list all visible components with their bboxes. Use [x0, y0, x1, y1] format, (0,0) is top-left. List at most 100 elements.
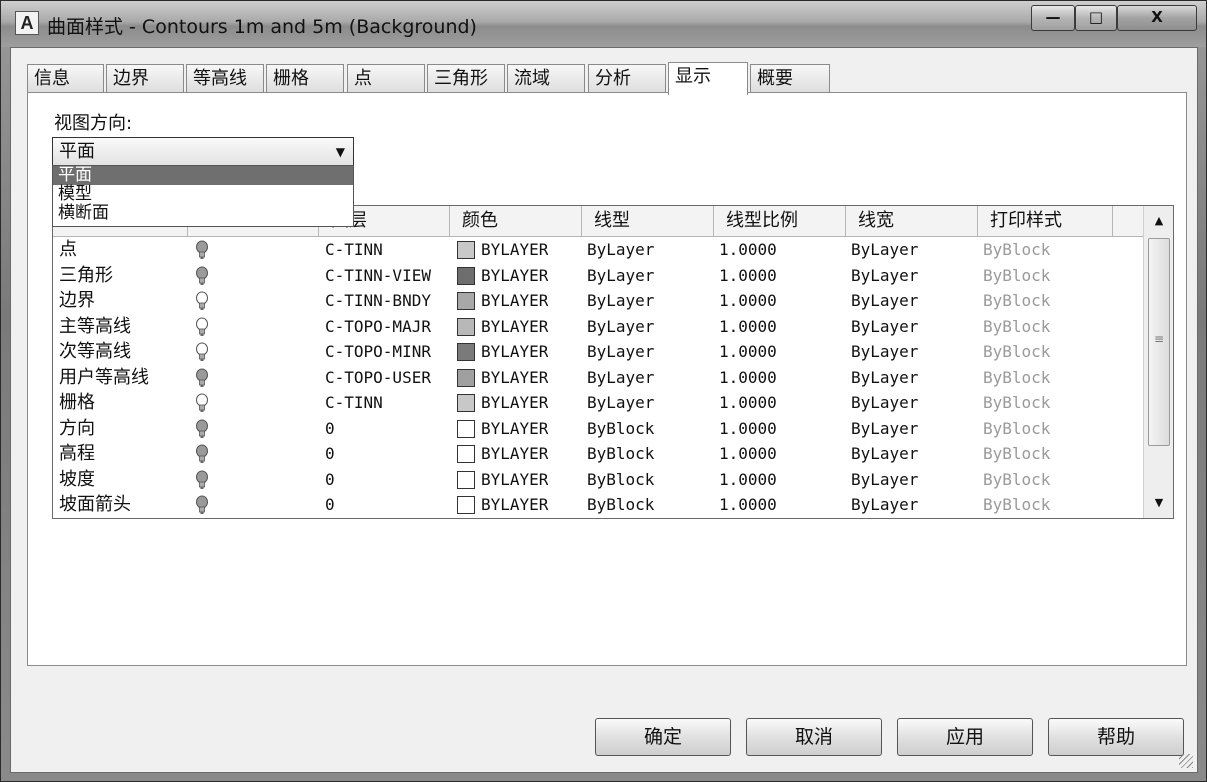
tab-analysis[interactable]: 分析 — [588, 64, 666, 94]
lt-scale-cell[interactable]: 1.0000 — [719, 263, 777, 288]
table-row[interactable]: 坡面箭头 0 BYLAYER ByBlock 1.0000 ByLayer ByBlock — [53, 492, 1143, 518]
lineweight-cell[interactable]: ByLayer — [851, 339, 918, 364]
lineweight-cell[interactable]: ByLayer — [851, 467, 918, 492]
layer-cell[interactable]: C-TINN-VIEW — [325, 263, 431, 288]
linetype-cell[interactable]: ByLayer — [587, 288, 654, 313]
lt-scale-cell[interactable]: 1.0000 — [719, 365, 777, 390]
lineweight-cell[interactable]: ByLayer — [851, 390, 918, 415]
lineweight-cell[interactable]: ByLayer — [851, 416, 918, 441]
table-row[interactable]: 点 C-TINN BYLAYER ByLayer 1.0000 ByLayer ByBloc… — [53, 237, 1143, 263]
lightbulb-on-icon[interactable] — [195, 368, 209, 388]
lightbulb-off-icon[interactable] — [195, 342, 209, 362]
table-row[interactable]: 坡度 0 BYLAYER ByBlock 1.0000 ByLayer ByBlock — [53, 467, 1143, 493]
plotstyle-cell[interactable]: ByBlock — [983, 492, 1050, 517]
tab-contours[interactable]: 等高线 — [186, 64, 264, 94]
maximize-button[interactable]: □ — [1075, 5, 1117, 31]
lightbulb-off-icon[interactable] — [195, 393, 209, 413]
table-row[interactable]: 用户等高线 C-TOPO-USER BYLAYER ByLayer 1.0000 ByLa… — [53, 365, 1143, 391]
table-row[interactable]: 高程 0 BYLAYER ByBlock 1.0000 ByLayer ByBlock — [53, 441, 1143, 467]
linetype-cell[interactable]: ByLayer — [587, 314, 654, 339]
table-row[interactable]: 三角形 C-TINN-VIEW BYLAYER ByLayer 1.0000 ByLaye… — [53, 263, 1143, 289]
apply-button[interactable]: 应用 — [897, 718, 1033, 756]
color-cell[interactable]: BYLAYER — [481, 263, 548, 288]
lineweight-cell[interactable]: ByLayer — [851, 492, 918, 517]
color-cell[interactable]: BYLAYER — [481, 390, 548, 415]
color-swatch[interactable] — [457, 496, 475, 514]
tab-boundary[interactable]: 边界 — [106, 64, 184, 94]
plotstyle-cell[interactable]: ByBlock — [983, 416, 1050, 441]
ok-button[interactable]: 确定 — [595, 718, 731, 756]
cancel-button[interactable]: 取消 — [746, 718, 882, 756]
lt-scale-cell[interactable]: 1.0000 — [719, 237, 777, 262]
lt-scale-cell[interactable]: 1.0000 — [719, 492, 777, 517]
lineweight-cell[interactable]: ByLayer — [851, 288, 918, 313]
close-button[interactable]: X — [1117, 5, 1197, 31]
vertical-scrollbar[interactable]: ▲ ≡ ▼ — [1143, 206, 1173, 518]
tab-display[interactable]: 显示 — [668, 62, 748, 95]
color-swatch[interactable] — [457, 343, 475, 361]
color-cell[interactable]: BYLAYER — [481, 492, 548, 517]
layer-cell[interactable]: 0 — [325, 441, 335, 466]
color-cell[interactable]: BYLAYER — [481, 416, 548, 441]
lightbulb-on-icon[interactable] — [195, 470, 209, 490]
color-cell[interactable]: BYLAYER — [481, 339, 548, 364]
layer-cell[interactable]: C-TOPO-MINR — [325, 339, 431, 364]
linetype-cell[interactable]: ByLayer — [587, 237, 654, 262]
col-header-lt-scale[interactable]: 线型比例 — [714, 206, 846, 237]
plotstyle-cell[interactable]: ByBlock — [983, 365, 1050, 390]
color-swatch[interactable] — [457, 445, 475, 463]
tab-grid[interactable]: 栅格 — [266, 64, 344, 94]
linetype-cell[interactable]: ByLayer — [587, 339, 654, 364]
lt-scale-cell[interactable]: 1.0000 — [719, 288, 777, 313]
lt-scale-cell[interactable]: 1.0000 — [719, 339, 777, 364]
color-swatch[interactable] — [457, 266, 475, 285]
lineweight-cell[interactable]: ByLayer — [851, 263, 918, 288]
lineweight-cell[interactable]: ByLayer — [851, 237, 918, 262]
plotstyle-cell[interactable]: ByBlock — [983, 339, 1050, 364]
dropdown-option-model[interactable]: 模型 — [53, 185, 353, 204]
lightbulb-off-icon[interactable] — [195, 317, 209, 337]
color-swatch[interactable] — [457, 394, 475, 412]
lt-scale-cell[interactable]: 1.0000 — [719, 314, 777, 339]
lightbulb-on-icon[interactable] — [195, 419, 209, 439]
linetype-cell[interactable]: ByBlock — [587, 492, 654, 517]
lightbulb-on-icon[interactable] — [195, 266, 209, 286]
layer-cell[interactable]: C-TOPO-USER — [325, 365, 431, 390]
scroll-thumb[interactable]: ≡ — [1148, 238, 1170, 446]
linetype-cell[interactable]: ByLayer — [587, 390, 654, 415]
layer-cell[interactable]: 0 — [325, 416, 335, 441]
table-row[interactable]: 边界 C-TINN-BNDY BYLAYER ByLayer 1.0000 ByLayer… — [53, 288, 1143, 314]
plotstyle-cell[interactable]: ByBlock — [983, 237, 1050, 262]
scroll-up-icon[interactable]: ▲ — [1144, 206, 1173, 236]
plotstyle-cell[interactable]: ByBlock — [983, 263, 1050, 288]
lt-scale-cell[interactable]: 1.0000 — [719, 390, 777, 415]
plotstyle-cell[interactable]: ByBlock — [983, 467, 1050, 492]
color-cell[interactable]: BYLAYER — [481, 288, 548, 313]
dropdown-arrow-icon[interactable]: ▼ — [336, 138, 345, 166]
minimize-button[interactable]: — — [1031, 5, 1075, 31]
col-header-linetype[interactable]: 线型 — [582, 206, 714, 237]
plotstyle-cell[interactable]: ByBlock — [983, 390, 1050, 415]
resize-grip-icon[interactable] — [1179, 754, 1193, 768]
layer-cell[interactable]: C-TINN — [325, 237, 383, 262]
tab-info[interactable]: 信息 — [27, 64, 104, 94]
color-cell[interactable]: BYLAYER — [481, 467, 548, 492]
tab-summary[interactable]: 概要 — [750, 64, 830, 94]
lineweight-cell[interactable]: ByLayer — [851, 314, 918, 339]
table-row[interactable]: 次等高线 C-TOPO-MINR BYLAYER ByLayer 1.0000 ByLay… — [53, 339, 1143, 365]
table-row[interactable]: 栅格 C-TINN BYLAYER ByLayer 1.0000 ByLayer ByBlo… — [53, 390, 1143, 416]
table-row[interactable]: 主等高线 C-TOPO-MAJR BYLAYER ByLayer 1.0000 ByLay… — [53, 314, 1143, 340]
lt-scale-cell[interactable]: 1.0000 — [719, 467, 777, 492]
tab-watersheds[interactable]: 流域 — [507, 64, 585, 94]
lt-scale-cell[interactable]: 1.0000 — [719, 416, 777, 441]
lightbulb-on-icon[interactable] — [195, 240, 209, 260]
plotstyle-cell[interactable]: ByBlock — [983, 314, 1050, 339]
lightbulb-on-icon[interactable] — [195, 495, 209, 515]
col-header-color[interactable]: 颜色 — [450, 206, 582, 237]
linetype-cell[interactable]: ByLayer — [587, 263, 654, 288]
dropdown-option-plan[interactable]: 平面 — [53, 166, 353, 185]
title-bar[interactable]: A 曲面样式 - Contours 1m and 5m (Background)… — [1, 1, 1206, 47]
layer-cell[interactable]: C-TOPO-MAJR — [325, 314, 431, 339]
color-cell[interactable]: BYLAYER — [481, 237, 548, 262]
linetype-cell[interactable]: ByBlock — [587, 416, 654, 441]
